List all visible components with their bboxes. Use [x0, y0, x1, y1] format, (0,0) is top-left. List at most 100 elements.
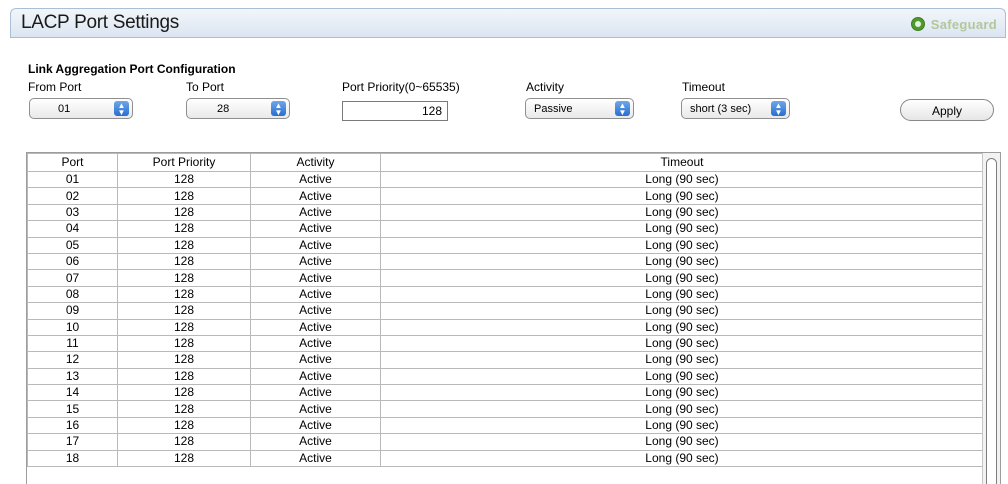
table-cell: Active — [250, 187, 381, 205]
table-cell: Long (90 sec) — [380, 384, 984, 402]
table-cell: Long (90 sec) — [380, 170, 984, 189]
table-row: 17 128 Active Long (90 sec) — [27, 433, 984, 451]
table-cell: 128 — [117, 170, 251, 189]
table-row: 14 128 Active Long (90 sec) — [27, 384, 984, 402]
select-arrows-icon: ▲ ▼ — [771, 101, 786, 116]
table-cell: Active — [250, 416, 381, 435]
from-port-label: From Port — [28, 80, 82, 94]
table-cell: 128 — [117, 187, 251, 205]
table-row: 13 128 Active Long (90 sec) — [27, 367, 984, 386]
column-header: Timeout — [380, 153, 984, 172]
table-cell: Long (90 sec) — [380, 416, 984, 435]
port-priority-input[interactable] — [342, 101, 448, 121]
table-cell: Long (90 sec) — [380, 351, 984, 369]
table-cell: 128 — [117, 302, 251, 320]
table-cell: 07 — [27, 269, 118, 287]
table-row: 12 128 Active Long (90 sec) — [27, 351, 984, 369]
from-port-select[interactable]: 01 ▲ ▼ — [29, 98, 133, 119]
table-row: 01 128 Active Long (90 sec) — [27, 170, 984, 189]
apply-button[interactable]: Apply — [900, 99, 994, 121]
table-cell: Active — [250, 220, 381, 238]
select-arrows-icon: ▲ ▼ — [114, 101, 129, 116]
section-title: Link Aggregation Port Configuration — [28, 62, 236, 76]
table-cell: Long (90 sec) — [380, 400, 984, 418]
activity-value: Passive — [534, 102, 573, 115]
table-cell: 128 — [117, 220, 251, 238]
scrollbar-thumb[interactable] — [986, 158, 997, 484]
table-cell: Active — [250, 334, 381, 353]
table-row: 04 128 Active Long (90 sec) — [27, 220, 984, 238]
table-cell: Long (90 sec) — [380, 367, 984, 386]
table-cell: 11 — [27, 334, 118, 353]
table-cell: 128 — [117, 416, 251, 435]
table-cell: Long (90 sec) — [380, 269, 984, 287]
table-row: 07 128 Active Long (90 sec) — [27, 269, 984, 287]
activity-label: Activity — [526, 80, 565, 94]
table-row: 06 128 Active Long (90 sec) — [27, 252, 984, 271]
to-port-label: To Port — [186, 80, 225, 94]
table-cell: Long (90 sec) — [380, 203, 984, 222]
table-cell: 08 — [27, 285, 118, 304]
select-arrows-icon: ▲ ▼ — [615, 101, 630, 116]
table-cell: Long (90 sec) — [380, 318, 984, 336]
table-cell: Active — [250, 170, 381, 189]
table-cell: Long (90 sec) — [380, 220, 984, 238]
table-cell: Long (90 sec) — [380, 302, 984, 320]
table-cell: 03 — [27, 203, 118, 222]
title-bar: LACP Port Settings Safeguard — [10, 8, 1006, 38]
table-cell: Active — [250, 269, 381, 287]
table-cell: 12 — [27, 351, 118, 369]
table-cell: Long (90 sec) — [380, 449, 984, 468]
table-cell: 128 — [117, 236, 251, 254]
table-cell: 128 — [117, 433, 251, 451]
table-cell: Active — [250, 384, 381, 402]
table-cell: Active — [250, 236, 381, 254]
table-cell: 128 — [117, 367, 251, 386]
table-scrollbar[interactable] — [982, 153, 1000, 484]
activity-select[interactable]: Passive ▲ ▼ — [525, 98, 634, 119]
port-table: Port Port Priority Activity Timeout 01 12… — [27, 153, 984, 468]
safeguard-status-icon — [910, 17, 925, 31]
table-cell: 128 — [117, 449, 251, 468]
table-row: 11 128 Active Long (90 sec) — [27, 334, 984, 353]
table-row: 10 128 Active Long (90 sec) — [27, 318, 984, 336]
port-priority-label: Port Priority(0~65535) — [342, 80, 460, 94]
table-cell: 06 — [27, 252, 118, 271]
safeguard-indicator: Safeguard — [910, 16, 997, 32]
table-cell: Long (90 sec) — [380, 236, 984, 254]
table-row: 03 128 Active Long (90 sec) — [27, 203, 984, 222]
table-cell: Active — [250, 449, 381, 468]
timeout-select[interactable]: short (3 sec) ▲ ▼ — [681, 98, 790, 119]
table-cell: 02 — [27, 187, 118, 205]
safeguard-label: Safeguard — [930, 16, 997, 32]
table-cell: Active — [250, 285, 381, 304]
table-cell: 17 — [27, 433, 118, 451]
table-row: 05 128 Active Long (90 sec) — [27, 236, 984, 254]
table-cell: Active — [250, 367, 381, 386]
timeout-value: short (3 sec) — [690, 102, 752, 115]
table-cell: 10 — [27, 318, 118, 336]
table-cell: Active — [250, 433, 381, 451]
table-cell: 01 — [27, 170, 118, 189]
table-cell: 128 — [117, 318, 251, 336]
table-cell: 128 — [117, 400, 251, 418]
table-cell: Long (90 sec) — [380, 334, 984, 353]
table-cell: Active — [250, 351, 381, 369]
table-row: 02 128 Active Long (90 sec) — [27, 187, 984, 205]
table-cell: 128 — [117, 351, 251, 369]
timeout-label: Timeout — [682, 80, 725, 94]
table-row: 18 128 Active Long (90 sec) — [27, 449, 984, 468]
table-cell: 04 — [27, 220, 118, 238]
table-row: 15 128 Active Long (90 sec) — [27, 400, 984, 418]
to-port-select[interactable]: 28 ▲ ▼ — [186, 98, 290, 119]
from-port-value: 01 — [58, 102, 71, 115]
table-cell: 16 — [27, 416, 118, 435]
table-cell: Long (90 sec) — [380, 187, 984, 205]
table-cell: 128 — [117, 334, 251, 353]
table-cell: 14 — [27, 384, 118, 402]
table-cell: Active — [250, 318, 381, 336]
table-cell: 09 — [27, 302, 118, 320]
table-cell: Long (90 sec) — [380, 252, 984, 271]
table-cell: Active — [250, 203, 381, 222]
table-cell: Active — [250, 302, 381, 320]
